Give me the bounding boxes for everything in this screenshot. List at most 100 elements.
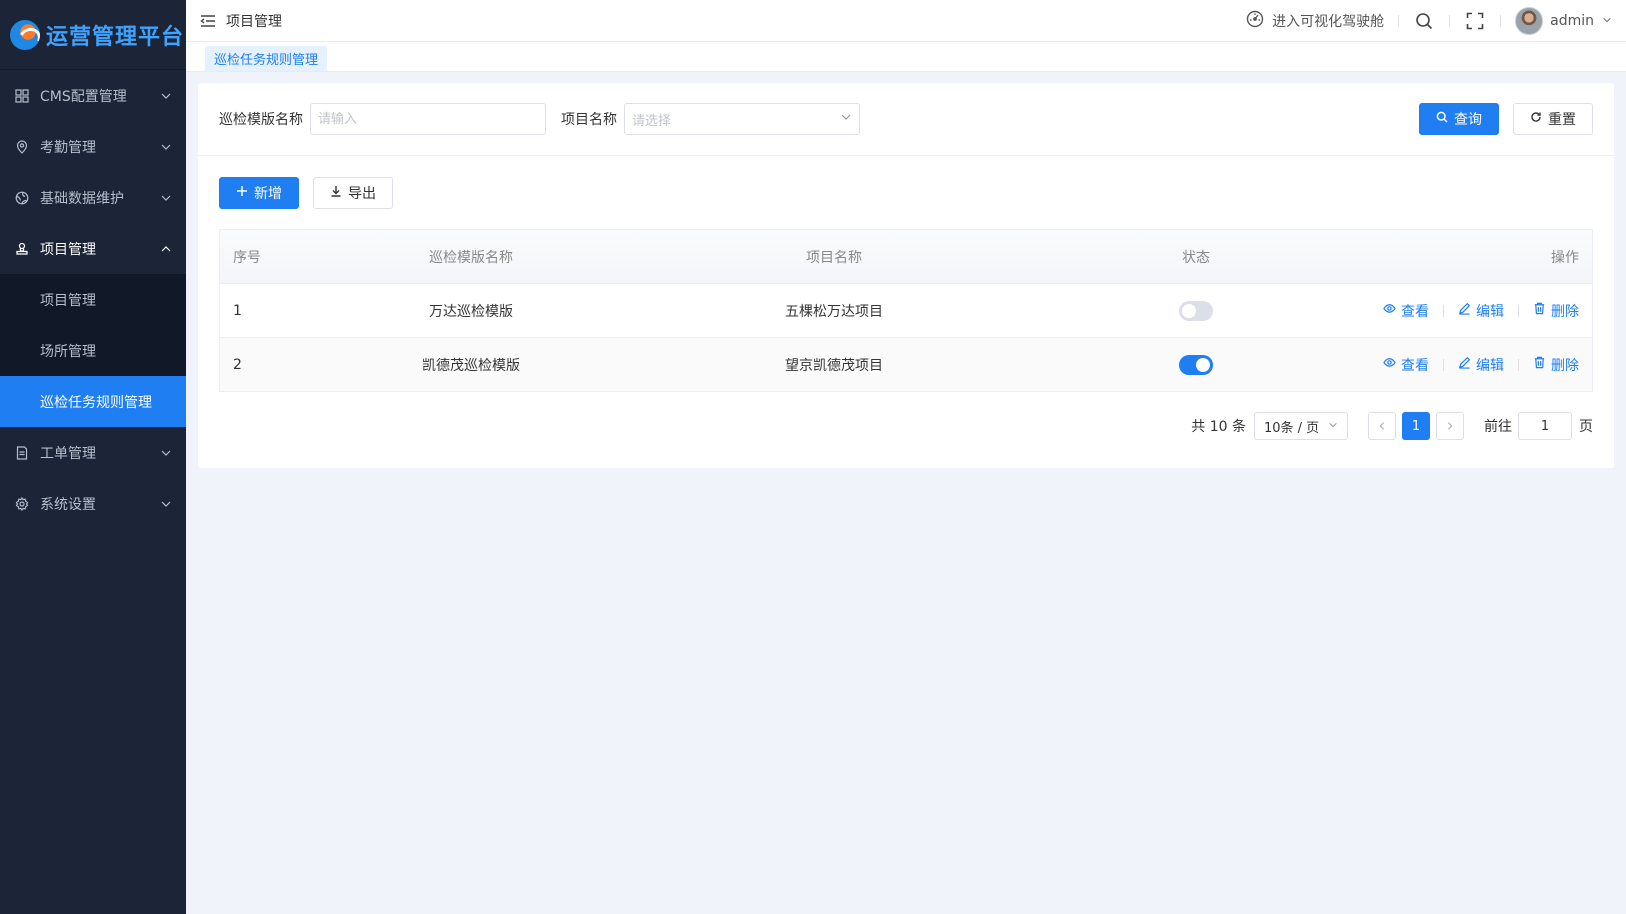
page-title: 项目管理 [226, 13, 282, 30]
select-placeholder: 请选择 [632, 113, 672, 129]
add-button[interactable]: 新增 [219, 176, 299, 209]
view-button[interactable]: 查看 [1383, 355, 1429, 375]
delete-label: 删除 [1551, 303, 1579, 320]
logo-icon [10, 19, 40, 50]
pagination: 共 10 条 10条 / 页 1 前往 页 [198, 392, 1614, 460]
cell-index: 1 [233, 302, 242, 319]
query-button[interactable]: 查询 [1419, 103, 1499, 135]
chevron-down-icon [1602, 13, 1612, 29]
divider [1449, 14, 1451, 27]
tab-inspection-rules[interactable]: 巡检任务规则管理 [205, 46, 328, 71]
page-number-current[interactable]: 1 [1402, 412, 1430, 440]
reset-button[interactable]: 重置 [1513, 103, 1593, 135]
cell-project: 望京凯德茂项目 [785, 357, 883, 374]
username: admin [1550, 12, 1594, 29]
chevron-down-icon [840, 111, 852, 127]
edit-button[interactable]: 编辑 [1458, 355, 1504, 375]
location-pin-icon [14, 139, 30, 155]
sidebar-item-label: 基础数据维护 [40, 190, 124, 207]
tabs-bar: 巡检任务规则管理 [186, 42, 1626, 72]
cell-template: 万达巡检模版 [429, 303, 513, 320]
fullscreen-icon[interactable] [1464, 10, 1486, 32]
grid-icon [14, 88, 30, 104]
reset-button-label: 重置 [1548, 112, 1576, 128]
submenu-item-inspection-rules[interactable]: 巡检任务规则管理 [0, 376, 186, 427]
delete-button[interactable]: 删除 [1533, 301, 1579, 321]
status-toggle[interactable] [1179, 354, 1213, 375]
cell-project: 五棵松万达项目 [785, 303, 883, 320]
sidebar-item-basic-data[interactable]: 基础数据维护 [0, 172, 186, 223]
export-button[interactable]: 导出 [313, 176, 393, 209]
search-icon [1436, 111, 1448, 127]
trash-icon [1533, 356, 1546, 373]
table-header: 序号 巡检模版名称 项目名称 状态 操作 [220, 230, 1592, 283]
next-page-button[interactable] [1436, 412, 1464, 440]
page-size-select[interactable]: 10条 / 页 [1254, 412, 1348, 440]
chevron-down-icon [160, 192, 172, 204]
header-actions: 进入可视化驾驶舱 admin [1246, 6, 1612, 35]
document-icon [14, 445, 30, 461]
submenu-item-project[interactable]: 项目管理 [0, 274, 186, 325]
query-button-label: 查询 [1454, 112, 1482, 128]
divider [1398, 14, 1400, 27]
delete-button[interactable]: 删除 [1533, 355, 1579, 375]
column-header-actions: 操作 [1551, 249, 1579, 266]
goto-label: 前往 [1484, 419, 1512, 435]
project-submenu: 项目管理 场所管理 巡检任务规则管理 [0, 274, 186, 427]
menu-fold-icon[interactable] [200, 13, 216, 29]
sidebar-item-label: 系统设置 [40, 496, 96, 513]
page-size-value: 10条 / 页 [1264, 420, 1320, 436]
page-suffix-label: 页 [1579, 419, 1593, 435]
cockpit-link-label: 进入可视化驾驶舱 [1272, 13, 1385, 30]
user-stamp-icon [14, 241, 30, 257]
top-header: 项目管理 进入可视化驾驶舱 admin [186, 0, 1626, 42]
sidebar-item-project[interactable]: 项目管理 [0, 223, 186, 274]
status-toggle[interactable] [1179, 300, 1213, 321]
submenu-item-venue[interactable]: 场所管理 [0, 325, 186, 376]
sidebar-item-work-order[interactable]: 工单管理 [0, 427, 186, 478]
cockpit-link[interactable]: 进入可视化驾驶舱 [1246, 10, 1384, 32]
column-header-project: 项目名称 [806, 249, 862, 266]
refresh-icon [1530, 111, 1542, 127]
rules-table: 序号 巡检模版名称 项目名称 状态 操作 1 万达巡检模版 五棵松万达项目 查看… [219, 229, 1593, 392]
sidebar-item-label: 项目管理 [40, 241, 96, 258]
column-header-status: 状态 [1182, 249, 1210, 266]
goto-page-input[interactable] [1518, 412, 1572, 440]
globe-icon [14, 190, 30, 206]
sidebar-item-label: 工单管理 [40, 445, 96, 462]
user-menu[interactable]: admin [1515, 6, 1612, 35]
pencil-icon [1458, 302, 1471, 319]
gear-icon [14, 496, 30, 512]
dashboard-icon [1246, 10, 1264, 32]
eye-icon [1383, 356, 1396, 373]
column-header-index: 序号 [233, 249, 261, 266]
view-button[interactable]: 查看 [1383, 301, 1429, 321]
pagination-total: 共 10 条 [1191, 419, 1246, 435]
sidebar-item-label: CMS配置管理 [40, 88, 127, 105]
sidebar-item-settings[interactable]: 系统设置 [0, 478, 186, 529]
avatar [1515, 6, 1544, 35]
table-row: 1 万达巡检模版 五棵松万达项目 查看 编辑 删除 [220, 283, 1592, 337]
filter-row: 巡检模版名称 项目名称 请选择 查询 重置 [198, 83, 1614, 156]
project-name-select[interactable]: 请选择 [624, 103, 860, 135]
sidebar-item-attendance[interactable]: 考勤管理 [0, 121, 186, 172]
chevron-up-icon [160, 243, 172, 255]
sidebar: 运营管理平台 CMS配置管理 考勤管理 基础数据维护 项目管理 项目管理 场所管… [0, 0, 186, 914]
project-name-label: 项目名称 [561, 112, 617, 128]
template-name-label: 巡检模版名称 [219, 112, 303, 128]
chevron-down-icon [160, 447, 172, 459]
export-button-label: 导出 [348, 185, 376, 202]
edit-label: 编辑 [1476, 357, 1504, 374]
chevron-down-icon [1328, 419, 1338, 434]
chevron-down-icon [160, 141, 172, 153]
table-row: 2 凯德茂巡检模版 望京凯德茂项目 查看 编辑 删除 [220, 337, 1592, 391]
logo: 运营管理平台 [0, 0, 186, 70]
edit-button[interactable]: 编辑 [1458, 301, 1504, 321]
sidebar-item-cms[interactable]: CMS配置管理 [0, 70, 186, 121]
search-icon[interactable] [1413, 10, 1435, 32]
template-name-input[interactable] [310, 103, 546, 135]
download-icon [330, 185, 342, 201]
prev-page-button[interactable] [1368, 412, 1396, 440]
pencil-icon [1458, 356, 1471, 373]
toolbar: 新增 导出 [198, 156, 1614, 229]
